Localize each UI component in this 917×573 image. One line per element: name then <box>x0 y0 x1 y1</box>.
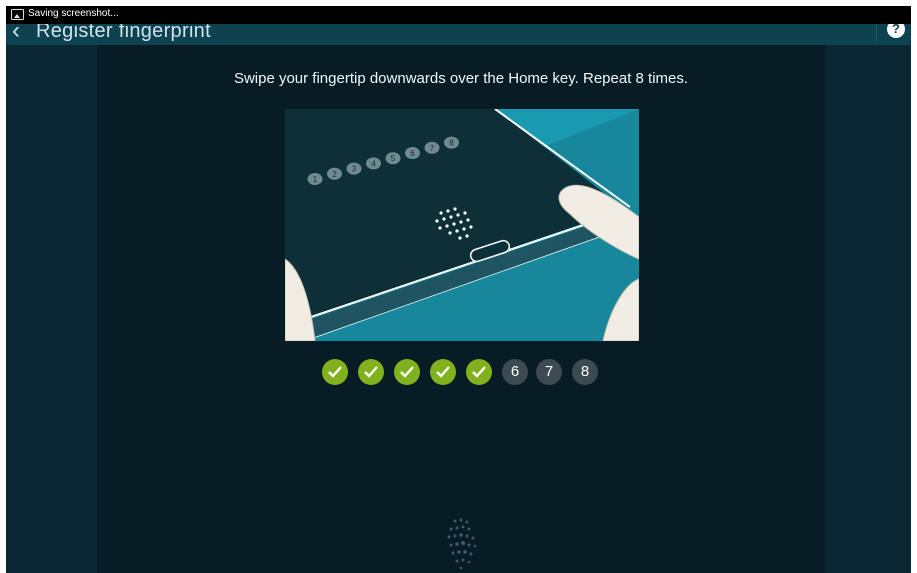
check-icon <box>364 366 378 378</box>
main-panel: Swipe your fingertip downwards over the … <box>97 45 825 573</box>
check-icon <box>472 366 486 378</box>
step-1-done <box>322 359 348 385</box>
check-icon <box>400 366 414 378</box>
illustration-badge-label: 2 <box>332 170 337 179</box>
step-5-done <box>466 359 492 385</box>
illustration-badge-label: 5 <box>391 154 396 163</box>
step-6-pending: 6 <box>502 359 528 385</box>
image-icon <box>11 9 24 20</box>
check-icon <box>328 366 342 378</box>
step-7-pending: 7 <box>536 359 562 385</box>
illustration-badge-label: 1 <box>313 175 318 184</box>
instruction-text: Swipe your fingertip downwards over the … <box>233 70 689 87</box>
check-icon <box>436 366 450 378</box>
back-icon[interactable]: ‹ <box>12 19 30 43</box>
swipe-illustration: 1 2 3 4 5 6 7 8 <box>285 109 639 341</box>
illustration-badge-label: 3 <box>352 165 357 174</box>
progress-indicator: 6 7 8 <box>322 359 602 389</box>
divider <box>876 22 877 42</box>
step-4-done <box>430 359 456 385</box>
illustration-badge-label: 4 <box>371 159 376 168</box>
step-8-pending: 8 <box>572 359 598 385</box>
step-3-done <box>394 359 420 385</box>
illustration-badge-label: 7 <box>430 144 435 153</box>
illustration-badge-label: 6 <box>410 149 415 158</box>
left-margin <box>6 45 97 573</box>
step-2-done <box>358 359 384 385</box>
status-bar: Saving screenshot... <box>6 6 911 24</box>
fingerprint-screen: ‹ Register fingerprint ? Saving screensh… <box>6 6 911 573</box>
right-margin <box>825 45 911 573</box>
status-notification: Saving screenshot... <box>28 8 119 19</box>
illustration-badge-label: 8 <box>449 139 454 148</box>
fingerprint-icon <box>435 515 487 573</box>
